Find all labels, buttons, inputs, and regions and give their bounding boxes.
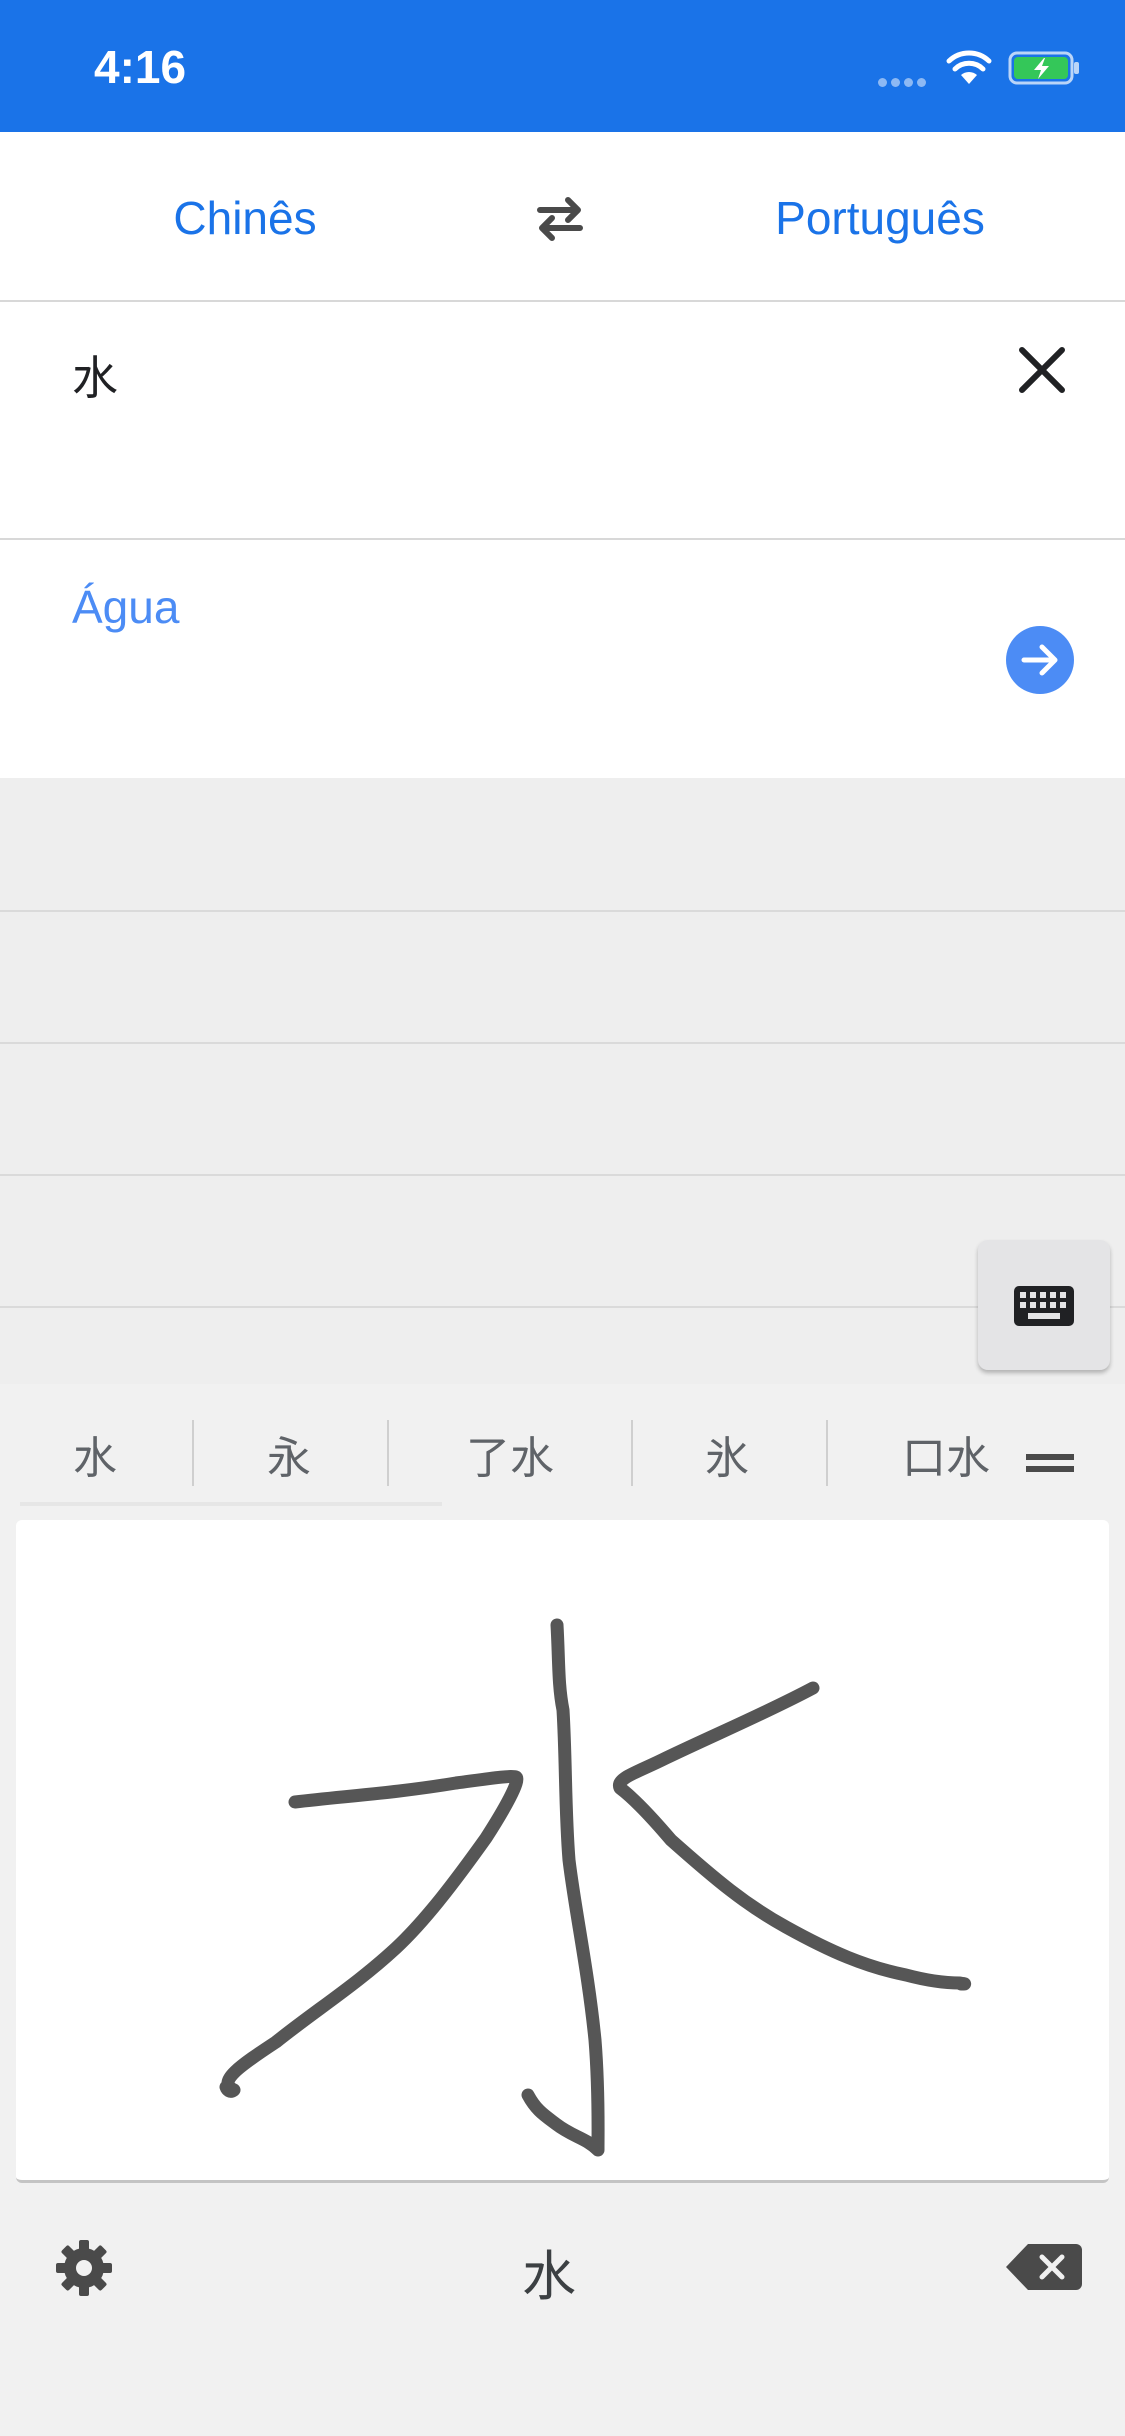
battery-charging-icon bbox=[1008, 50, 1082, 91]
candidate-4[interactable]: 氷 bbox=[652, 1424, 802, 1494]
keyboard-icon bbox=[1014, 1286, 1074, 1326]
divider bbox=[192, 1420, 194, 1486]
keyboard-toggle-button[interactable] bbox=[978, 1240, 1110, 1370]
stroke-left bbox=[219, 1770, 524, 2098]
menu-lines-icon[interactable] bbox=[1022, 1444, 1078, 1484]
translation-text: Água bbox=[72, 581, 180, 633]
candidate-2[interactable]: 永 bbox=[214, 1424, 364, 1494]
cellular-dots-icon bbox=[878, 74, 930, 92]
source-language-button[interactable]: Chinês bbox=[110, 188, 380, 248]
divider bbox=[631, 1420, 633, 1486]
candidate-5[interactable]: 口水 bbox=[850, 1424, 1000, 1494]
close-icon[interactable] bbox=[1012, 340, 1072, 400]
divider bbox=[0, 910, 1125, 912]
wifi-icon bbox=[946, 50, 992, 91]
stroke-vertical bbox=[521, 1618, 605, 2157]
handwriting-strokes bbox=[219, 1618, 972, 2157]
divider bbox=[826, 1420, 828, 1486]
divider bbox=[0, 1306, 1125, 1308]
candidate-3[interactable]: 了水 bbox=[410, 1424, 610, 1494]
swap-arrows-icon[interactable] bbox=[530, 188, 590, 248]
language-bar: Chinês Português bbox=[0, 132, 1125, 302]
stroke-right bbox=[613, 1681, 972, 1991]
arrow-forward-icon[interactable] bbox=[1006, 626, 1074, 694]
source-input-card[interactable]: 水 bbox=[0, 302, 1125, 540]
backspace-icon[interactable] bbox=[1004, 2240, 1084, 2294]
divider bbox=[387, 1420, 389, 1486]
translation-card[interactable]: Água bbox=[0, 540, 1125, 778]
target-language-button[interactable]: Português bbox=[740, 188, 1020, 248]
status-time: 4:16 bbox=[94, 41, 187, 93]
divider bbox=[0, 1174, 1125, 1176]
divider bbox=[0, 1042, 1125, 1044]
candidate-1[interactable]: 水 bbox=[20, 1424, 170, 1494]
candidate-indicator bbox=[20, 1502, 442, 1506]
handwriting-pad[interactable] bbox=[16, 1520, 1109, 2183]
recognized-character-preview[interactable]: 水 bbox=[522, 2232, 576, 2311]
history-list bbox=[0, 778, 1125, 1384]
gear-icon[interactable] bbox=[52, 2236, 116, 2300]
source-text[interactable]: 水 bbox=[72, 342, 118, 408]
candidate-bar: 水 永 了水 氷 口水 bbox=[0, 1384, 1125, 1522]
